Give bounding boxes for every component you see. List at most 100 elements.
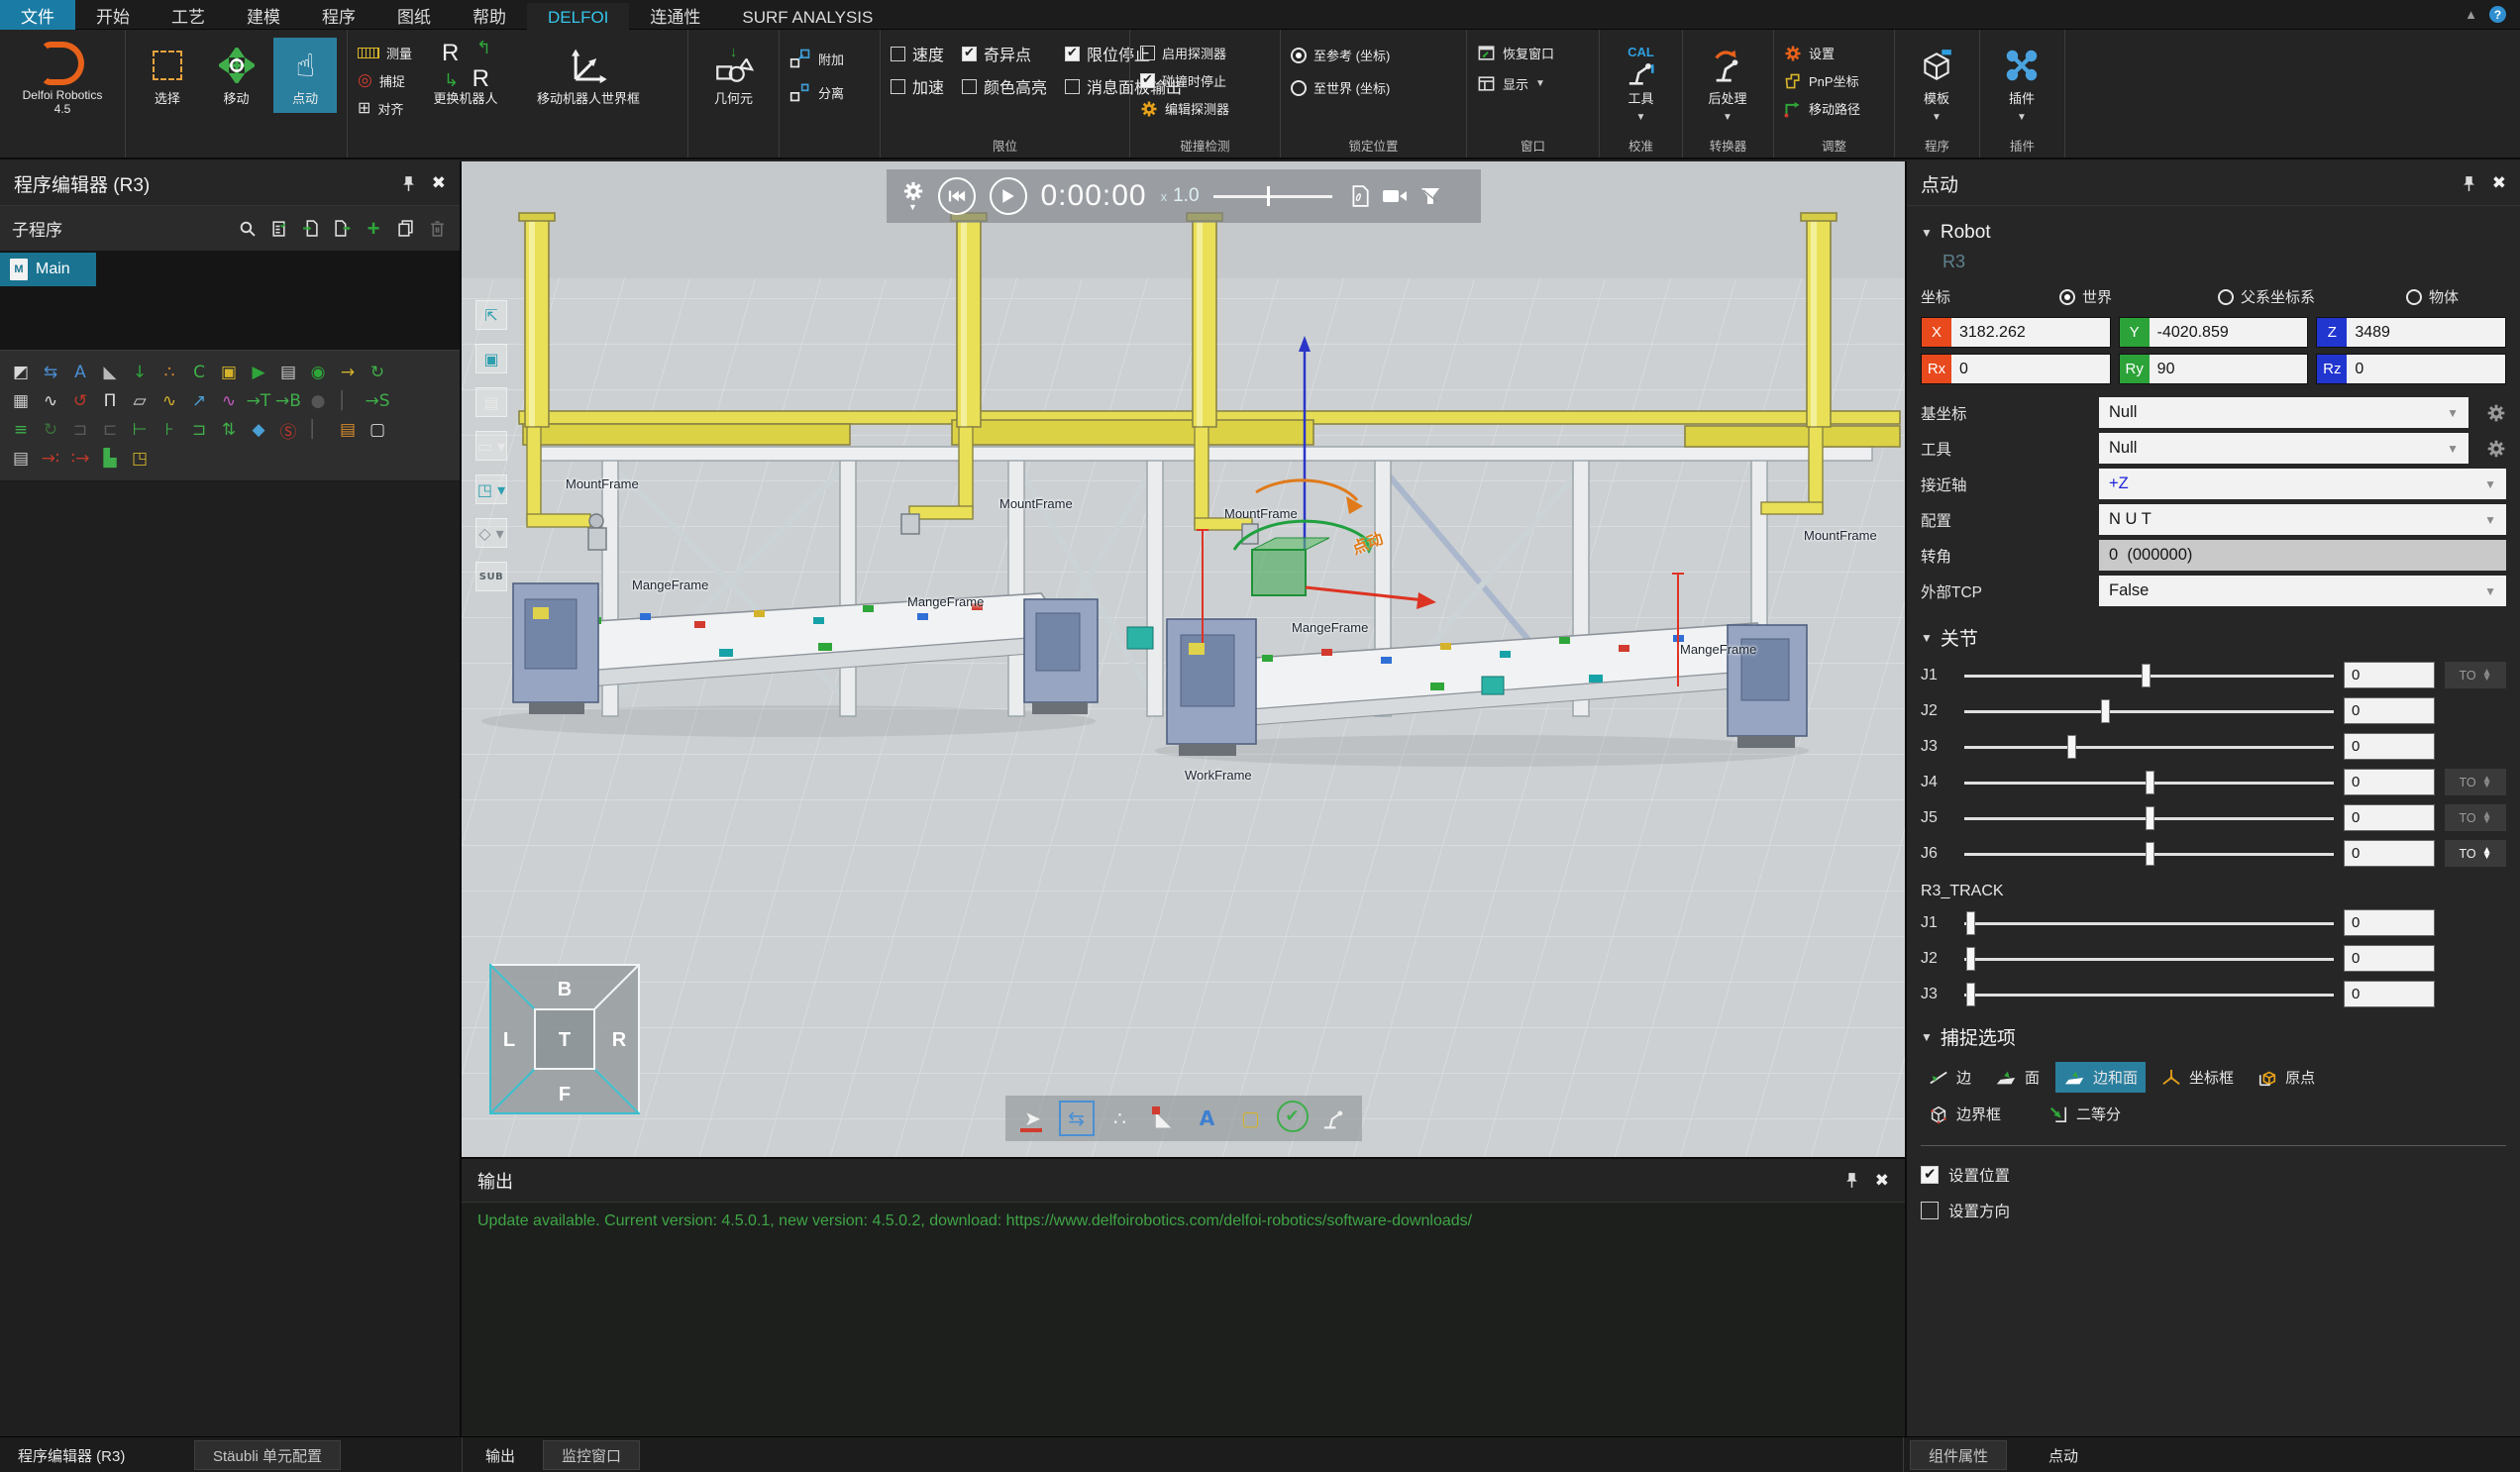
- track-j2-value[interactable]: 0: [2344, 945, 2435, 972]
- external-tcp-select[interactable]: False ▼: [2099, 576, 2506, 606]
- editor-tool-icon[interactable]: ▤: [275, 360, 301, 385]
- frame-label[interactable]: WorkFrame: [1185, 768, 1252, 783]
- render-mode-icon[interactable]: [1419, 186, 1441, 206]
- j6-value[interactable]: 0: [2344, 840, 2435, 867]
- track-j2-slider[interactable]: [1964, 946, 2334, 972]
- menu-item[interactable]: 工艺: [151, 0, 226, 30]
- x-field[interactable]: X 3182.262: [1921, 317, 2111, 348]
- editor-tool-icon[interactable]: C: [186, 360, 212, 385]
- editor-tool-icon[interactable]: ▙: [97, 446, 123, 472]
- collapse-ribbon-icon[interactable]: ▲: [2465, 7, 2477, 22]
- snap-bbox-button[interactable]: 边界框: [1921, 1099, 2009, 1129]
- move-button[interactable]: 移动: [205, 38, 268, 113]
- capture-frame-icon[interactable]: ▣: [475, 344, 507, 373]
- frame-swap-icon[interactable]: ⇆: [1059, 1101, 1095, 1136]
- editor-tool-icon[interactable]: ⊏: [97, 417, 123, 443]
- robot-tool-icon[interactable]: [1316, 1101, 1352, 1136]
- track-j3-slider[interactable]: [1964, 982, 2334, 1007]
- j1-slider[interactable]: [1964, 663, 2334, 688]
- editor-tool-icon[interactable]: A: [67, 360, 93, 385]
- editor-tool-icon[interactable]: ▦: [8, 388, 34, 414]
- editor-tool-icon[interactable]: →∶: [38, 446, 63, 472]
- check-icon[interactable]: ✔: [1277, 1101, 1309, 1132]
- menu-item[interactable]: 文件: [0, 0, 75, 30]
- editor-tool-icon[interactable]: ↗: [186, 388, 212, 414]
- frame-label[interactable]: MangeFrame: [1680, 642, 1756, 657]
- editor-tool-icon[interactable]: ▏: [305, 417, 331, 443]
- editor-tool-icon[interactable]: ▏: [335, 388, 361, 414]
- editor-tool-icon[interactable]: ●: [305, 388, 331, 414]
- menu-item[interactable]: 连通性: [629, 0, 721, 30]
- editor-tool-icon[interactable]: ⇆: [38, 360, 63, 385]
- tab-component-properties[interactable]: 组件属性: [1910, 1440, 2007, 1470]
- bounds-icon[interactable]: ▢: [1233, 1101, 1269, 1136]
- frame-label[interactable]: MountFrame: [566, 476, 639, 491]
- editor-tool-icon[interactable]: ∶→: [67, 446, 93, 472]
- measure-button[interactable]: 测量: [358, 44, 412, 62]
- track-j3-value[interactable]: 0: [2344, 981, 2435, 1007]
- record-video-icon[interactable]: [1382, 187, 1408, 205]
- plugins-button[interactable]: 插件 ▼: [1990, 38, 2053, 129]
- editor-tool-icon[interactable]: ◳: [127, 446, 153, 472]
- folder-icon[interactable]: ▭ ▾: [475, 431, 507, 461]
- playback-speed[interactable]: x1.0: [1161, 185, 1200, 207]
- subprogram-main-item[interactable]: M Main: [0, 253, 96, 286]
- tool-frame-gear-button[interactable]: [2468, 439, 2506, 459]
- close-panel-icon[interactable]: ✖: [432, 173, 446, 193]
- j2-slider[interactable]: [1964, 698, 2334, 724]
- select-button[interactable]: 选择: [136, 38, 199, 113]
- coord-parent-radio[interactable]: 父系坐标系: [2218, 286, 2396, 307]
- editor-tool-icon[interactable]: ∴: [157, 360, 182, 385]
- add-subprogram-icon[interactable]: +: [363, 218, 384, 240]
- cube-icon[interactable]: ◇ ▾: [475, 518, 507, 548]
- snap-origin-button[interactable]: 原点: [2250, 1062, 2323, 1093]
- editor-tool-icon[interactable]: ⊐: [186, 417, 212, 443]
- move-robot-world-frame-button[interactable]: 移动机器人世界框: [519, 38, 658, 113]
- editor-tool-icon[interactable]: ∿: [216, 388, 242, 414]
- limit-chart-icon[interactable]: ◣: [1146, 1101, 1182, 1136]
- j3-value[interactable]: 0: [2344, 733, 2435, 760]
- snap-bisect-button[interactable]: 二等分: [2041, 1099, 2129, 1129]
- postprocess-button[interactable]: 后处理 ▼: [1693, 38, 1762, 129]
- editor-tool-icon[interactable]: ▢: [365, 417, 390, 443]
- editor-tool-icon[interactable]: Ⓢ: [275, 417, 301, 443]
- j3-slider[interactable]: [1964, 734, 2334, 760]
- lock-to-world-radio[interactable]: 至世界 (坐标): [1291, 78, 1390, 97]
- editor-tool-icon[interactable]: ◩: [8, 360, 34, 385]
- frame-label[interactable]: MountFrame: [999, 496, 1073, 511]
- editor-tool-icon[interactable]: ▶: [246, 360, 271, 385]
- configuration-select[interactable]: N U T ▼: [2099, 504, 2506, 535]
- j5-value[interactable]: 0: [2344, 804, 2435, 831]
- joints-section-header[interactable]: ▼ 关节: [1907, 606, 2520, 653]
- editor-tool-icon[interactable]: ↺: [67, 388, 93, 414]
- y-field[interactable]: Y -4020.859: [2119, 317, 2309, 348]
- tool-frame-select[interactable]: Null ▼: [2099, 433, 2468, 464]
- frame-label[interactable]: MountFrame: [1224, 506, 1298, 521]
- approach-axis-select[interactable]: +Z ▼: [2099, 469, 2506, 499]
- program-editor-content[interactable]: [0, 481, 460, 1436]
- snap-options-section-header[interactable]: ▼ 捕捉选项: [1907, 1007, 2520, 1052]
- display-menu-button[interactable]: 显示 ▼: [1477, 74, 1554, 93]
- jog-button[interactable]: ☝ 点动: [273, 38, 337, 113]
- frame-box-icon[interactable]: ◳ ▾: [475, 474, 507, 504]
- app-logo-button[interactable]: Delfoi Robotics 4.5: [10, 38, 115, 117]
- editor-tool-icon[interactable]: ↻: [38, 417, 63, 443]
- j4-to-button[interactable]: TO▲▼: [2445, 769, 2506, 795]
- path-points-icon[interactable]: ∴: [1102, 1101, 1138, 1136]
- ry-field[interactable]: Ry 90: [2119, 354, 2309, 384]
- align-button[interactable]: ⊞ 对齐: [358, 98, 412, 118]
- snap-face-button[interactable]: 面: [1987, 1062, 2048, 1093]
- z-field[interactable]: Z 3489: [2316, 317, 2506, 348]
- base-frame-gear-button[interactable]: [2468, 403, 2506, 423]
- editor-tool-icon[interactable]: ◉: [305, 360, 331, 385]
- menu-item[interactable]: 帮助: [452, 0, 527, 30]
- pin-icon[interactable]: [2462, 175, 2476, 192]
- rewind-button[interactable]: [938, 177, 976, 215]
- rx-field[interactable]: Rx 0: [1921, 354, 2111, 384]
- menu-item[interactable]: 开始: [75, 0, 151, 30]
- editor-tool-icon[interactable]: →S: [365, 388, 390, 414]
- move-path-button[interactable]: 移动路径: [1784, 99, 1860, 118]
- menu-item[interactable]: SURF ANALYSIS: [721, 3, 893, 33]
- limit-checkbox[interactable]: 颜色高亮: [962, 74, 1047, 98]
- j5-slider[interactable]: [1964, 805, 2334, 831]
